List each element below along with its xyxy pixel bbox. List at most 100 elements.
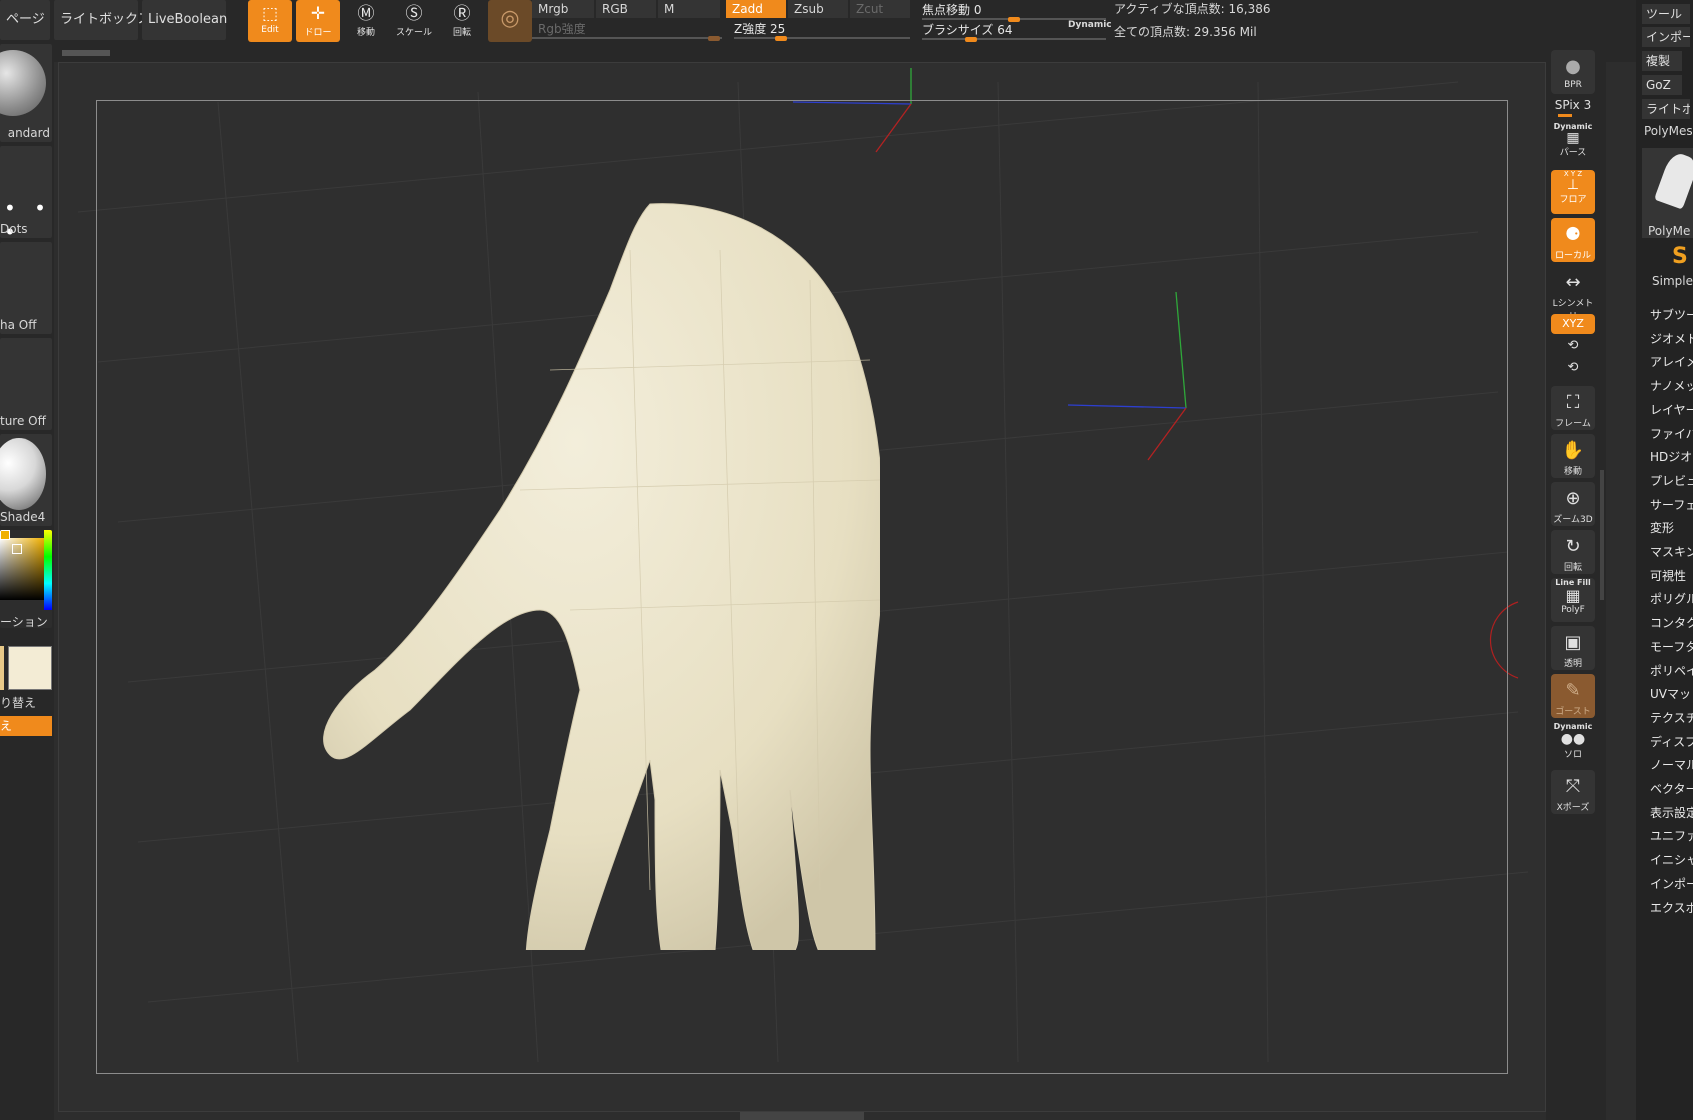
simple-brush-icon[interactable]: S xyxy=(1672,244,1688,269)
rotate-view-button[interactable]: ↻ 回転 xyxy=(1551,530,1595,574)
tool-thumbnail[interactable]: PolyMe xyxy=(1642,148,1693,238)
submenu-item[interactable]: モーフタ xyxy=(1650,638,1693,655)
z-rotation-icon[interactable]: ⟲ xyxy=(1551,360,1595,375)
submenu-item[interactable]: 表示設定 xyxy=(1650,804,1693,821)
submenu-item[interactable]: インポー xyxy=(1650,875,1693,892)
bpr-sphere-icon: ● xyxy=(1565,56,1581,77)
transparency-button[interactable]: ▣ 透明 xyxy=(1551,626,1595,670)
brush-size-knob[interactable] xyxy=(965,37,977,42)
submenu-item[interactable]: エクスポ xyxy=(1650,899,1693,916)
submenu-item[interactable]: ポリペイ xyxy=(1650,662,1693,679)
import-button[interactable]: インポー xyxy=(1642,27,1690,47)
stroke-selector[interactable]: • • • Dots xyxy=(0,146,52,238)
hand-mesh[interactable] xyxy=(250,190,880,950)
frame-button[interactable]: ⛶ フレーム xyxy=(1551,386,1595,430)
mrgb-toggle[interactable]: Mrgb xyxy=(532,0,594,18)
move-view-button[interactable]: ✋ 移動 xyxy=(1551,434,1595,478)
color-gradient-square[interactable] xyxy=(0,538,44,600)
material-color-button[interactable]: ◎ xyxy=(488,0,532,42)
submenu-item[interactable]: ナノメッ xyxy=(1650,377,1693,394)
frame-icon: ⛶ xyxy=(1566,392,1580,413)
lsym-button[interactable]: ↔ Lシンメトリ xyxy=(1551,266,1595,322)
rotate-button[interactable]: Ⓡ 回転 xyxy=(440,0,484,42)
color-cursor[interactable] xyxy=(12,544,22,554)
zsub-toggle[interactable]: Zsub xyxy=(788,0,848,18)
switch-color-button[interactable]: り替え xyxy=(0,694,36,711)
z-intensity-slider[interactable]: Z強度 25 xyxy=(734,19,910,41)
rotate-view-label: 回転 xyxy=(1563,563,1582,573)
submenu-item[interactable]: コンタク xyxy=(1650,614,1693,631)
submenu-item[interactable]: ベクター xyxy=(1650,780,1693,797)
submenu-item[interactable]: ジオメト xyxy=(1650,330,1693,347)
submenu-item[interactable]: ファイバ xyxy=(1650,425,1693,442)
submenu-item[interactable]: サブツー xyxy=(1650,306,1693,323)
tab-page[interactable]: ページ xyxy=(0,0,50,40)
submenu-item[interactable]: 可視性 xyxy=(1650,567,1686,584)
local-button[interactable]: ⚈ ローカル xyxy=(1551,218,1595,262)
tab-lightbox[interactable]: ライトボックス xyxy=(54,0,151,40)
submenu-item[interactable]: プレビュ xyxy=(1650,472,1693,489)
y-rotation-icon[interactable]: ⟲ xyxy=(1551,338,1595,353)
zadd-toggle[interactable]: Zadd xyxy=(726,0,786,18)
submenu-item[interactable]: ディスプ xyxy=(1650,733,1693,750)
material-selector[interactable]: Shade4 xyxy=(0,434,52,526)
rgb-intensity-slider[interactable]: Rgb強度 xyxy=(532,19,722,41)
z-intensity-label: Z強度 25 xyxy=(734,22,786,36)
floor-button[interactable]: X Y Z ⊥ フロア xyxy=(1551,170,1595,214)
submenu-item[interactable]: マスキン xyxy=(1650,543,1693,560)
submenu-item[interactable]: テクスチ xyxy=(1650,709,1693,726)
main-color-swatch[interactable] xyxy=(0,646,4,690)
alpha-selector[interactable]: ha Off xyxy=(0,242,52,334)
texture-selector[interactable]: ture Off xyxy=(0,338,52,430)
right-shelf-scrollbar[interactable] xyxy=(1600,470,1604,600)
submenu-item[interactable]: UVマッ xyxy=(1650,685,1691,702)
rgb-toggle[interactable]: RGB xyxy=(596,0,656,18)
spix-slider[interactable]: SPix 3 xyxy=(1551,98,1595,112)
lightbox-tools-button[interactable]: ライトボ xyxy=(1642,99,1690,119)
brush-selector[interactable]: andard xyxy=(0,44,52,142)
tab-liveboolean[interactable]: LiveBoolean xyxy=(142,0,227,40)
zcut-toggle[interactable]: Zcut xyxy=(850,0,910,18)
submenu-item[interactable]: サーフェ xyxy=(1650,496,1693,513)
solo-button[interactable]: Dynamic ●● ソロ xyxy=(1551,722,1595,766)
submenu-item[interactable]: ユニファ xyxy=(1650,827,1693,844)
dynamic-size-toggle[interactable]: Dynamic xyxy=(1068,20,1112,30)
bpr-button[interactable]: ● BPR xyxy=(1551,50,1595,94)
edit-button[interactable]: ⬚ Edit xyxy=(248,0,292,42)
stroke-label: Dots xyxy=(0,222,28,236)
draw-button[interactable]: ✛ ドロー xyxy=(296,0,340,42)
m-toggle[interactable]: M xyxy=(658,0,720,18)
bottom-shelf-handle[interactable] xyxy=(740,1112,864,1120)
submenu-item[interactable]: ノーマル xyxy=(1650,756,1693,773)
zoom3d-button[interactable]: ⊕ ズーム3D xyxy=(1551,482,1595,526)
spix-knob[interactable] xyxy=(1558,114,1572,117)
alternate-button[interactable]: え xyxy=(0,716,52,736)
tool-load-button[interactable]: ツール xyxy=(1642,4,1690,24)
xpose-button[interactable]: ⤧ Xポーズ xyxy=(1551,770,1595,814)
hue-strip[interactable] xyxy=(44,530,52,610)
submenu-item[interactable]: アレイメ xyxy=(1650,353,1693,370)
ghost-button[interactable]: ✎ ゴースト xyxy=(1551,674,1595,718)
secondary-color-swatch[interactable] xyxy=(0,530,10,540)
polyf-button[interactable]: Line Fill ▦ PolyF xyxy=(1551,578,1595,622)
goz-button[interactable]: GoZ xyxy=(1642,75,1682,95)
color-picker[interactable]: ーション xyxy=(0,530,52,628)
submenu-item[interactable]: ポリグル xyxy=(1650,590,1693,607)
submenu-item[interactable]: HDジオ xyxy=(1650,448,1692,465)
secondary-color-preview[interactable] xyxy=(8,646,52,690)
solo-dynamic-label: Dynamic xyxy=(1553,722,1593,731)
focal-shift-slider[interactable]: 焦点移動 0 xyxy=(922,0,1106,22)
submenu-item[interactable]: イニシャ xyxy=(1650,851,1693,868)
clone-button[interactable]: 複製 xyxy=(1642,51,1682,71)
submenu-item[interactable]: 変形 xyxy=(1650,519,1674,536)
submenu-item[interactable]: レイヤー xyxy=(1650,401,1693,418)
perspective-button[interactable]: Dynamic ▦ パース xyxy=(1551,122,1595,166)
top-shelf-handle[interactable] xyxy=(62,50,110,56)
z-intensity-knob[interactable] xyxy=(775,36,787,41)
transparency-icon: ▣ xyxy=(1564,632,1582,653)
xyz-rotation-button[interactable]: XYZ xyxy=(1551,314,1595,334)
rgb-intensity-knob[interactable] xyxy=(708,36,720,41)
hand-shape[interactable] xyxy=(323,203,880,950)
scale-button[interactable]: Ⓢ スケール xyxy=(392,0,436,42)
move-button[interactable]: Ⓜ 移動 xyxy=(344,0,388,42)
